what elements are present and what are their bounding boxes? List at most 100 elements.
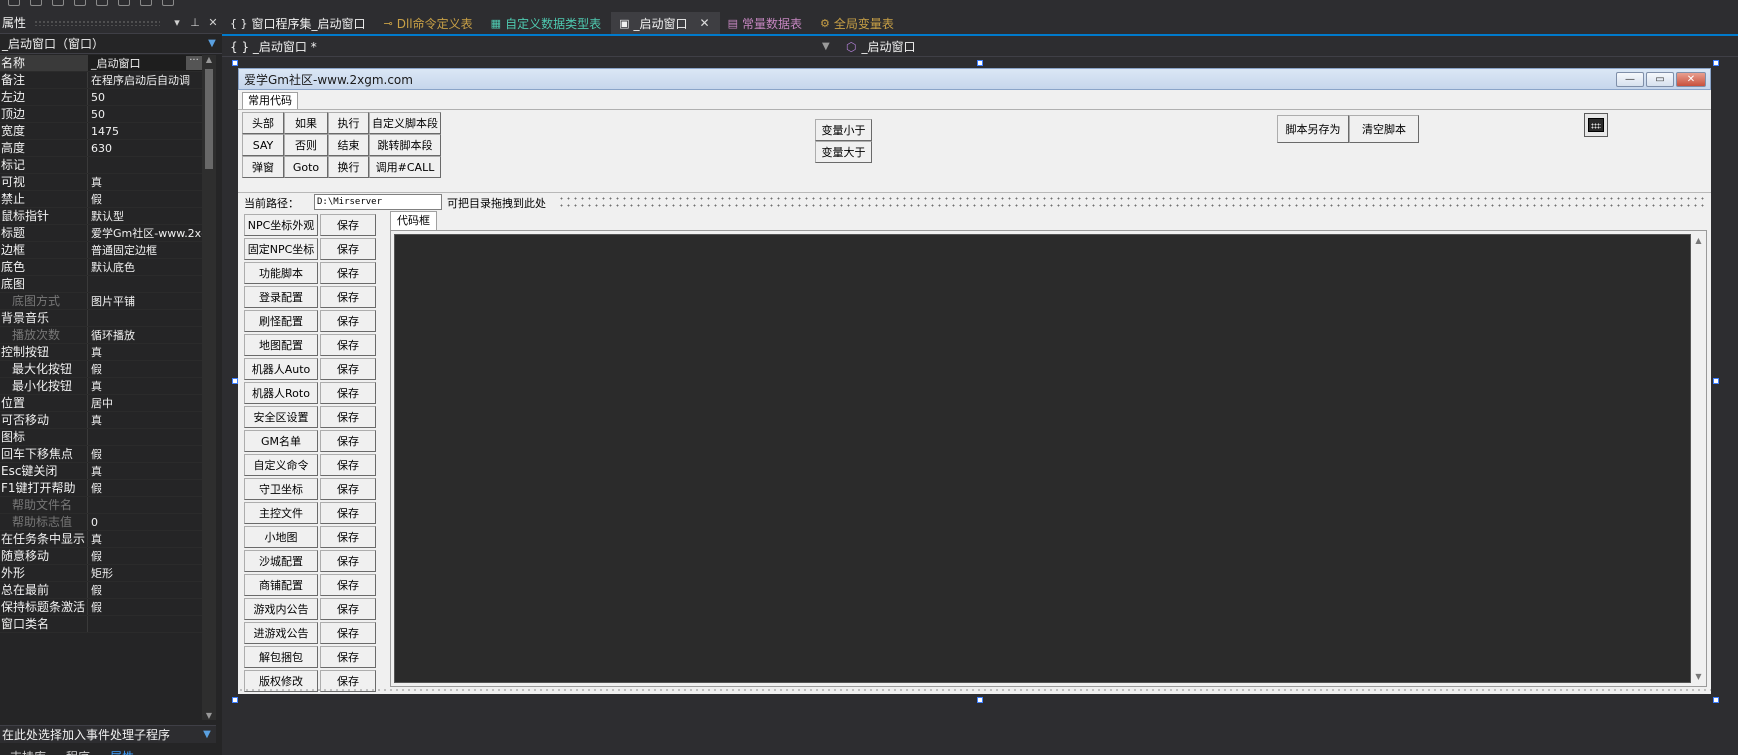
save-button[interactable]: 保存	[320, 286, 376, 308]
panel-tab[interactable]: 支持库	[2, 745, 54, 755]
property-value[interactable]: 假	[88, 446, 202, 462]
config-button[interactable]: 商铺配置	[244, 574, 318, 596]
save-button[interactable]: 保存	[320, 358, 376, 380]
maximize-icon[interactable]: ▭	[1646, 71, 1674, 87]
save-button[interactable]: 保存	[320, 646, 376, 668]
save-button[interactable]: 保存	[320, 598, 376, 620]
command-button[interactable]: SAY	[242, 134, 284, 156]
property-row[interactable]: 回车下移焦点假	[0, 446, 202, 463]
command-button[interactable]: 调用#CALL	[369, 156, 441, 178]
document-tab[interactable]: ⚙ 全局变量表	[812, 12, 904, 34]
property-row[interactable]: 底图	[0, 276, 202, 293]
save-button[interactable]: 保存	[320, 214, 376, 236]
config-button[interactable]: 安全区设置	[244, 406, 318, 428]
ellipsis-button[interactable]: ···	[186, 56, 202, 70]
close-icon[interactable]: ✕	[700, 16, 710, 30]
command-button[interactable]: 头部	[242, 112, 284, 134]
save-button[interactable]: 保存	[320, 574, 376, 596]
document-tab[interactable]: { } 窗口程序集_启动窗口	[222, 12, 376, 34]
save-button[interactable]: 保存	[320, 478, 376, 500]
command-button[interactable]: 执行	[328, 112, 369, 134]
property-row[interactable]: 保持标题条激活假	[0, 599, 202, 616]
save-button[interactable]: 保存	[320, 310, 376, 332]
config-button[interactable]: 地图配置	[244, 334, 318, 356]
property-row[interactable]: 控制按钮真	[0, 344, 202, 361]
document-tab[interactable]: ▣ _启动窗口 ✕	[611, 12, 720, 34]
command-button[interactable]: 如果	[284, 112, 328, 134]
config-button[interactable]: 小地图	[244, 526, 318, 548]
property-value[interactable]: 假	[88, 548, 202, 564]
command-button[interactable]: 跳转脚本段	[369, 134, 441, 156]
property-scrollbar[interactable]: ▲ ▼	[202, 55, 216, 720]
property-value[interactable]: 图片平铺	[88, 293, 202, 309]
property-value[interactable]: 假	[88, 191, 202, 207]
chevron-down-icon[interactable]: ▼	[202, 38, 222, 49]
save-button[interactable]: 保存	[320, 238, 376, 260]
config-button[interactable]: 游戏内公告	[244, 598, 318, 620]
form-titlebar[interactable]: 爱学Gm社区-www.2xgm.com — ▭ ✕	[238, 68, 1711, 90]
property-value[interactable]	[88, 616, 202, 632]
property-row[interactable]: 随意移动假	[0, 548, 202, 565]
toolbar-icon[interactable]	[8, 0, 20, 6]
property-row[interactable]: 鼠标指针 默认型	[0, 208, 202, 225]
property-value[interactable]	[88, 276, 202, 292]
command-button[interactable]: 否则	[284, 134, 328, 156]
property-value[interactable]	[88, 157, 202, 173]
property-row[interactable]: 备注 在程序启动后自动调	[0, 72, 202, 89]
toolbar-icon[interactable]	[162, 0, 174, 6]
command-button[interactable]: 自定义脚本段	[369, 112, 441, 134]
property-value[interactable]: 真	[88, 463, 202, 479]
tab-common-code[interactable]: 常用代码	[242, 92, 298, 109]
object-breadcrumb[interactable]: ⬡ _启动窗口	[836, 38, 916, 55]
property-value[interactable]: 普通固定边框	[88, 242, 202, 258]
property-value[interactable]: 默认型	[88, 208, 202, 224]
property-value[interactable]: 真	[88, 531, 202, 547]
config-button[interactable]: 沙城配置	[244, 550, 318, 572]
scroll-up-icon[interactable]: ▲	[1692, 236, 1705, 245]
property-value[interactable]	[88, 310, 202, 326]
property-row[interactable]: 标记	[0, 157, 202, 174]
save-button[interactable]: 保存	[320, 502, 376, 524]
config-button[interactable]: 主控文件	[244, 502, 318, 524]
property-value[interactable]: 居中	[88, 395, 202, 411]
property-value[interactable]: 假	[88, 480, 202, 496]
scroll-down-icon[interactable]: ▼	[1692, 672, 1705, 681]
calculator-button[interactable]	[1584, 113, 1608, 137]
command-button[interactable]: 结束	[328, 134, 369, 156]
resize-handle[interactable]	[1713, 378, 1719, 384]
property-row[interactable]: 帮助标志值 0	[0, 514, 202, 531]
property-value[interactable]: 循环播放	[88, 327, 202, 343]
close-icon[interactable]: ✕	[204, 16, 222, 29]
document-tab[interactable]: ▦ 自定义数据类型表	[483, 12, 611, 34]
dropdown-icon[interactable]: ▾	[168, 16, 186, 29]
property-row[interactable]: 高度 630	[0, 140, 202, 157]
property-row[interactable]: F1键打开帮助假	[0, 480, 202, 497]
resize-handle[interactable]	[977, 697, 983, 703]
chevron-down-icon[interactable]: ▼	[822, 41, 836, 52]
property-row[interactable]: 底色 默认底色	[0, 259, 202, 276]
property-row[interactable]: 边框 普通固定边框	[0, 242, 202, 259]
scroll-up-icon[interactable]: ▲	[202, 55, 216, 64]
pin-icon[interactable]: ⊥	[186, 16, 204, 29]
property-row[interactable]: 位置 居中	[0, 395, 202, 412]
minimize-icon[interactable]: —	[1616, 71, 1644, 87]
property-row[interactable]: 左边 50	[0, 89, 202, 106]
property-value[interactable]: 50	[88, 106, 202, 122]
path-input[interactable]: D:\Mirserver	[314, 194, 442, 210]
property-row[interactable]: 播放次数 循环播放	[0, 327, 202, 344]
code-editor[interactable]	[394, 234, 1691, 683]
property-row[interactable]: 可否移动真	[0, 412, 202, 429]
document-tab[interactable]: ⊸ Dll命令定义表	[376, 12, 483, 34]
config-button[interactable]: 固定NPC坐标	[244, 238, 318, 260]
toolbar-icon[interactable]	[118, 0, 130, 6]
form-window[interactable]: 爱学Gm社区-www.2xgm.com — ▭ ✕ 常用代码 头部 如果 执行 自定义…	[238, 68, 1711, 694]
property-value[interactable]: 在程序启动后自动调	[88, 72, 202, 88]
property-value[interactable]: 爱学Gm社区-www.2xg	[88, 225, 202, 241]
tab-code-box[interactable]: 代码框	[390, 211, 437, 230]
property-value[interactable]: 630	[88, 140, 202, 156]
save-button[interactable]: 保存	[320, 262, 376, 284]
property-value[interactable]: _启动窗口 ···	[88, 55, 202, 71]
property-row[interactable]: 顶边 50	[0, 106, 202, 123]
property-row[interactable]: 背景音乐	[0, 310, 202, 327]
save-button[interactable]: 保存	[320, 526, 376, 548]
